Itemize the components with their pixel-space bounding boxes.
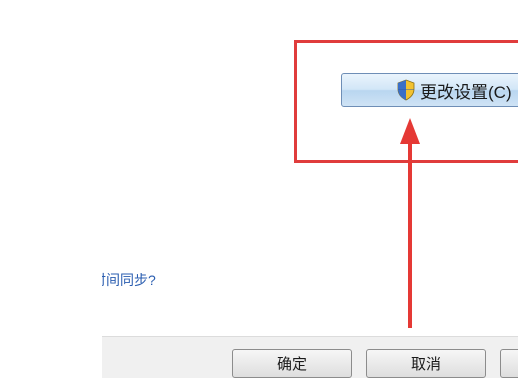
ok-button[interactable]: 确定 — [232, 349, 352, 378]
apply-button[interactable] — [500, 349, 518, 378]
cancel-button[interactable]: 取消 — [366, 349, 486, 378]
change-settings-button[interactable]: 更改设置(C) — [341, 73, 518, 107]
shield-icon — [397, 79, 415, 101]
cancel-button-label: 取消 — [410, 356, 441, 373]
change-settings-label: 更改设置(C) — [420, 82, 512, 102]
time-sync-link[interactable]: 时间同步? — [102, 270, 192, 290]
ok-button-label: 确定 — [276, 356, 307, 373]
red-arrow — [400, 118, 420, 328]
time-sync-link-text: 时间同步? — [102, 272, 156, 288]
